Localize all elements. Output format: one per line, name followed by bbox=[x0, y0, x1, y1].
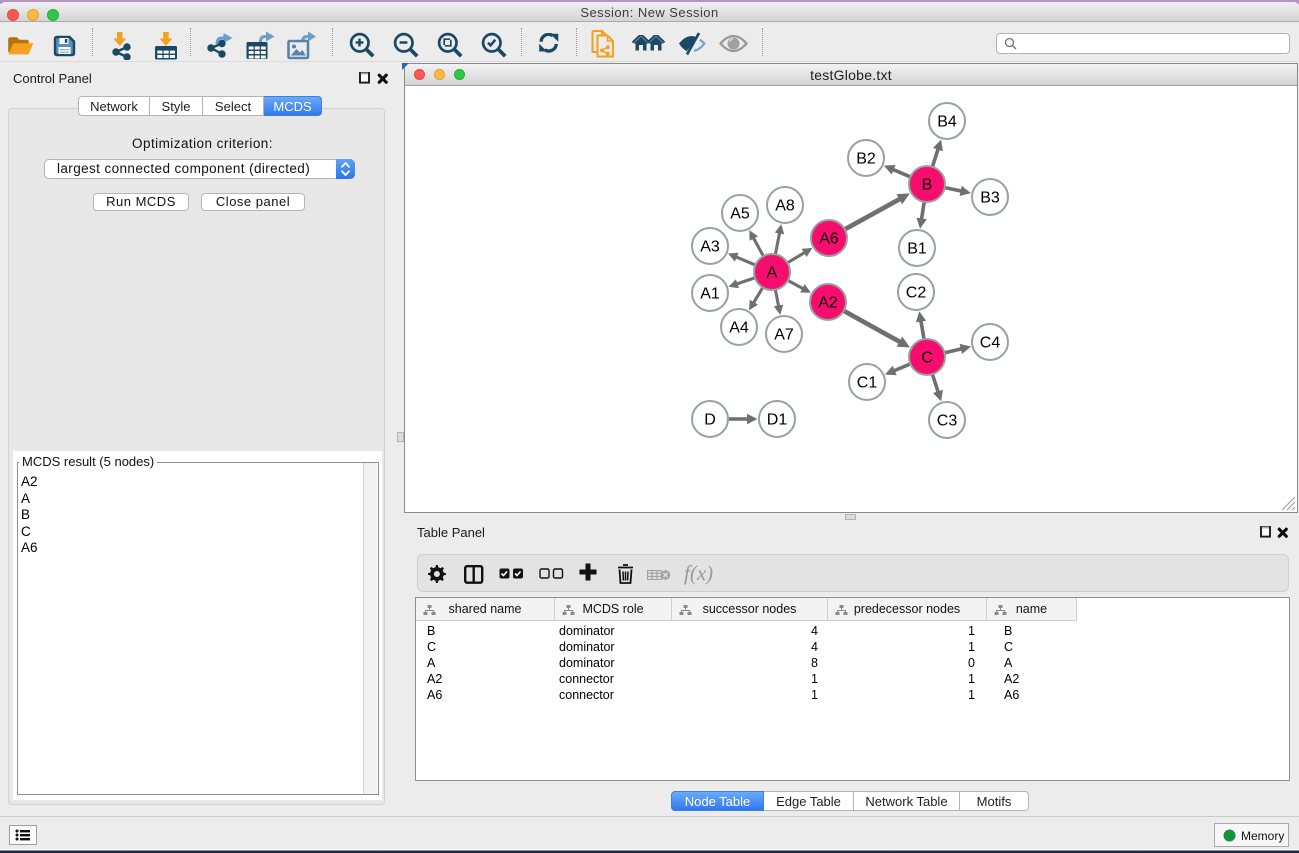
svg-text:A2: A2 bbox=[818, 295, 838, 312]
svg-text:A7: A7 bbox=[774, 327, 794, 344]
svg-text:B2: B2 bbox=[856, 151, 876, 168]
svg-text:C3: C3 bbox=[937, 413, 958, 430]
svg-text:A4: A4 bbox=[729, 320, 749, 337]
svg-text:A: A bbox=[767, 265, 778, 282]
svg-text:C1: C1 bbox=[857, 375, 878, 392]
svg-text:C: C bbox=[921, 350, 933, 367]
svg-text:B1: B1 bbox=[907, 241, 927, 258]
svg-text:C2: C2 bbox=[906, 285, 927, 302]
svg-text:A6: A6 bbox=[819, 231, 839, 248]
svg-text:A8: A8 bbox=[775, 198, 795, 215]
svg-text:B: B bbox=[922, 177, 933, 194]
svg-text:A5: A5 bbox=[730, 206, 750, 223]
svg-text:B4: B4 bbox=[937, 114, 957, 131]
svg-text:B3: B3 bbox=[980, 190, 1000, 207]
svg-text:D: D bbox=[704, 412, 716, 429]
svg-text:A1: A1 bbox=[700, 286, 720, 303]
svg-text:C4: C4 bbox=[980, 335, 1001, 352]
svg-text:D1: D1 bbox=[767, 412, 788, 429]
svg-text:A3: A3 bbox=[700, 239, 720, 256]
